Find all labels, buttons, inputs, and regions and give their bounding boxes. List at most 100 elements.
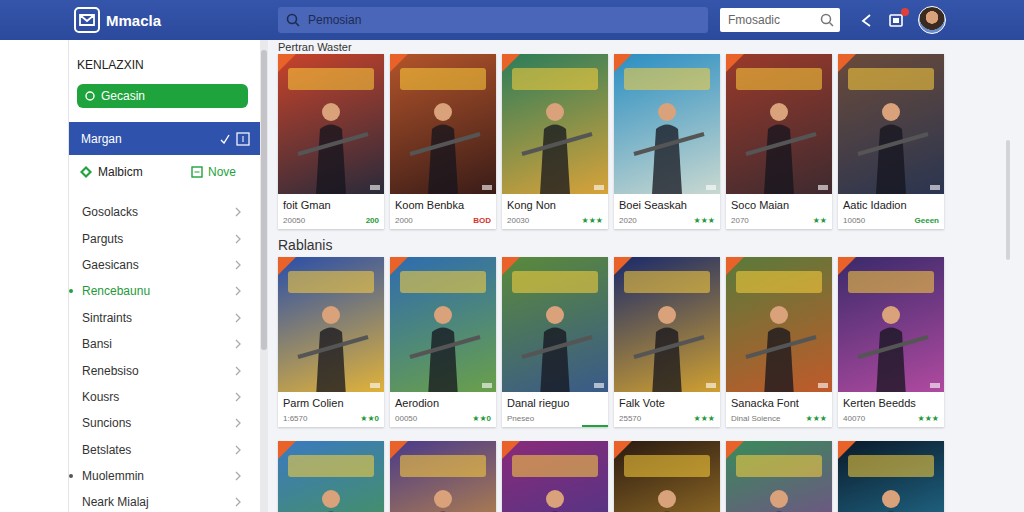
cover-image[interactable]	[726, 441, 832, 512]
game-card[interactable]: Parm Colien1:6570★★0	[278, 257, 384, 427]
card-meta: 00050★★0	[395, 414, 491, 423]
logo[interactable]: Mmacla	[74, 7, 270, 33]
search-bar[interactable]	[278, 7, 708, 33]
card-badge: 200	[366, 216, 379, 225]
primary-button[interactable]: Gecasin	[77, 84, 248, 108]
cover-art	[502, 54, 608, 194]
game-card[interactable]: Danal rieguoPneseo	[502, 257, 608, 427]
card-meta: 25570★★★	[619, 414, 715, 423]
sidebar-item[interactable]: Parguts	[69, 225, 260, 251]
sidebar-item[interactable]: Gaesicans	[69, 252, 260, 278]
game-card[interactable]	[278, 441, 384, 512]
card-title: Kong Non	[507, 199, 603, 211]
sidebar-item[interactable]: Suncions	[69, 410, 260, 436]
game-card[interactable]	[502, 441, 608, 512]
progress-fill	[582, 425, 609, 427]
sidebar-item[interactable]: Bansi	[69, 331, 260, 357]
notification-button[interactable]	[888, 12, 904, 28]
scroll-thumb[interactable]	[261, 50, 267, 350]
cover-image[interactable]	[726, 257, 832, 392]
game-card[interactable]: Aatic Idadion10050Geeen	[838, 54, 944, 229]
corner-tag	[614, 257, 632, 275]
game-card[interactable]: Kerten Beedds40070★★★	[838, 257, 944, 427]
card-meta-text: 25570	[619, 414, 641, 423]
card-meta: 2020★★★	[619, 216, 715, 225]
sub-left-label: Malbicm	[98, 165, 143, 179]
game-card[interactable]: Boei Seaskah2020★★★	[614, 54, 720, 229]
card-meta-text: Dinal Soience	[731, 414, 780, 423]
cover-image[interactable]	[502, 54, 608, 194]
cover-image[interactable]	[838, 441, 944, 512]
corner-tag	[278, 441, 296, 459]
cover-image[interactable]	[278, 441, 384, 512]
game-card[interactable]: Sanacka FontDinal Soience★★★	[726, 257, 832, 427]
game-card[interactable]	[838, 441, 944, 512]
sidebar-item[interactable]: Margan	[69, 122, 260, 155]
sidebar-item[interactable]: Gosolacks	[69, 199, 260, 225]
item-label: Bansi	[82, 337, 234, 351]
sidebar-item[interactable]: Neark Mialaj	[69, 489, 260, 512]
cover-image[interactable]	[502, 441, 608, 512]
corner-mark	[594, 383, 604, 388]
corner-tag	[278, 54, 296, 72]
cover-image[interactable]	[278, 54, 384, 194]
sub-right[interactable]: Nove	[191, 165, 236, 179]
cover-image[interactable]	[838, 257, 944, 392]
search-input[interactable]	[306, 12, 700, 28]
card-meta: 1:6570★★0	[283, 414, 379, 423]
cover-image[interactable]	[390, 257, 496, 392]
item-dot	[69, 474, 73, 478]
sidebar-item[interactable]: Betslates	[69, 437, 260, 463]
cover-image[interactable]	[614, 54, 720, 194]
item-label: Renebsiso	[82, 364, 234, 378]
card-grid	[278, 441, 1024, 512]
sidebar: KENLAZXINGecasinMarganMalbicmNoveGosolac…	[68, 40, 260, 512]
cover-art	[614, 54, 720, 194]
sidebar-item[interactable]: Kousrs	[69, 384, 260, 410]
game-card[interactable]	[390, 441, 496, 512]
quick-search-input[interactable]	[726, 12, 820, 28]
corner-tag	[726, 441, 744, 459]
corner-tag	[390, 257, 408, 275]
card-info: Sanacka FontDinal Soience★★★	[726, 392, 832, 427]
sub-left[interactable]: Malbicm	[79, 165, 143, 179]
card-meta-text: 2000	[395, 216, 413, 225]
cover-image[interactable]	[502, 257, 608, 392]
cover-image[interactable]	[726, 54, 832, 194]
card-meta: 2070★★	[731, 216, 827, 225]
game-card[interactable]: Soco Maian2070★★	[726, 54, 832, 229]
avatar[interactable]	[918, 6, 946, 34]
cover-image[interactable]	[390, 54, 496, 194]
card-badge: ★★★	[805, 414, 827, 423]
card-grid: Parm Colien1:6570★★0Aerodion00050★★0Dana…	[278, 257, 1024, 427]
sidebar-item[interactable]: Rencebaunu	[69, 278, 260, 304]
game-card[interactable]: Koom Benbka2000BOD	[390, 54, 496, 229]
game-card[interactable]	[726, 441, 832, 512]
page-scrollbar[interactable]	[1006, 140, 1010, 260]
game-card[interactable]: Aerodion00050★★0	[390, 257, 496, 427]
corner-mark	[370, 185, 380, 190]
game-card[interactable]: Falk Vote25570★★★	[614, 257, 720, 427]
cover-image[interactable]	[278, 257, 384, 392]
content: KENLAZXINGecasinMarganMalbicmNoveGosolac…	[0, 40, 1024, 512]
sidebar-item[interactable]: Muolemmin	[69, 463, 260, 489]
sidebar-item[interactable]: Sintraints	[69, 305, 260, 331]
back-icon[interactable]	[858, 12, 874, 28]
item-label: Betslates	[82, 443, 234, 457]
cover-image[interactable]	[838, 54, 944, 194]
sidebar-item[interactable]: Renebsiso	[69, 357, 260, 383]
quick-search[interactable]	[720, 8, 840, 32]
cover-image[interactable]	[390, 441, 496, 512]
sidebar-scrollbar[interactable]	[260, 40, 268, 512]
game-card[interactable]: Kong Non20030★★★	[502, 54, 608, 229]
cover-image[interactable]	[614, 257, 720, 392]
corner-mark	[482, 185, 492, 190]
card-info: Koom Benbka2000BOD	[390, 194, 496, 229]
cover-image[interactable]	[614, 441, 720, 512]
game-card[interactable]	[614, 441, 720, 512]
game-card[interactable]: foit Gman20050200	[278, 54, 384, 229]
corner-mark	[482, 383, 492, 388]
item-label: Gosolacks	[82, 205, 234, 219]
item-dot	[69, 448, 73, 452]
card-meta: Pneseo	[507, 414, 603, 423]
